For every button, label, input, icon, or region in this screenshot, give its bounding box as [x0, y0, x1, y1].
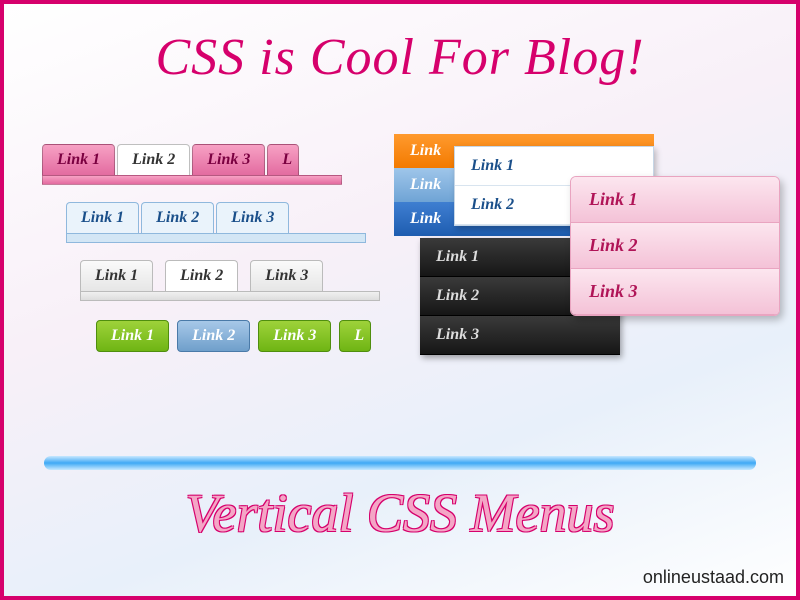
tab-link-1[interactable]: Link 1	[66, 202, 139, 233]
watermark: onlineustaad.com	[643, 567, 784, 588]
tab-link-partial[interactable]: L	[267, 144, 299, 175]
tabs-grey: Link 1 Link 2 Link 3	[80, 260, 380, 301]
strip-label: Link	[410, 176, 441, 194]
tab-link-3[interactable]: Link 3	[258, 320, 331, 352]
tab-link-1[interactable]: Link 1	[80, 260, 153, 291]
list-item[interactable]: Link 3	[571, 269, 779, 315]
tab-link-2[interactable]: Link 2	[165, 260, 238, 291]
tab-link-1[interactable]: Link 1	[96, 320, 169, 352]
tab-link-2[interactable]: Link 2	[141, 202, 214, 233]
tab-link-3[interactable]: Link 3	[192, 144, 265, 175]
strip-label: Link	[410, 142, 441, 160]
divider-bar	[44, 456, 756, 470]
demo-stage: Link 1 Link 2 Link 3 L Link 1 Link 2 Lin…	[4, 134, 796, 444]
tab-bar	[66, 233, 366, 243]
tab-link-partial[interactable]: L	[339, 320, 371, 352]
tab-bar	[42, 175, 342, 185]
tabs-blue: Link 1 Link 2 Link 3	[66, 202, 366, 243]
tabs-green: Link 1 Link 2 Link 3 L	[96, 320, 416, 352]
footer-title: Vertical CSS Menus	[4, 482, 796, 544]
list-item[interactable]: Link 2	[571, 223, 779, 269]
list-item[interactable]: Link 1	[571, 177, 779, 223]
strip-label: Link	[410, 210, 441, 228]
tab-link-2[interactable]: Link 2	[177, 320, 250, 352]
tabs-pink: Link 1 Link 2 Link 3 L	[42, 144, 342, 185]
tab-link-3[interactable]: Link 3	[250, 260, 323, 291]
page-title: CSS is Cool For Blog!	[4, 28, 796, 87]
tab-bar	[80, 291, 380, 301]
menu-pink: Link 1 Link 2 Link 3	[570, 176, 780, 316]
tab-link-3[interactable]: Link 3	[216, 202, 289, 233]
tab-link-2[interactable]: Link 2	[117, 144, 190, 175]
tab-link-1[interactable]: Link 1	[42, 144, 115, 175]
list-item[interactable]: Link 3	[420, 316, 620, 355]
